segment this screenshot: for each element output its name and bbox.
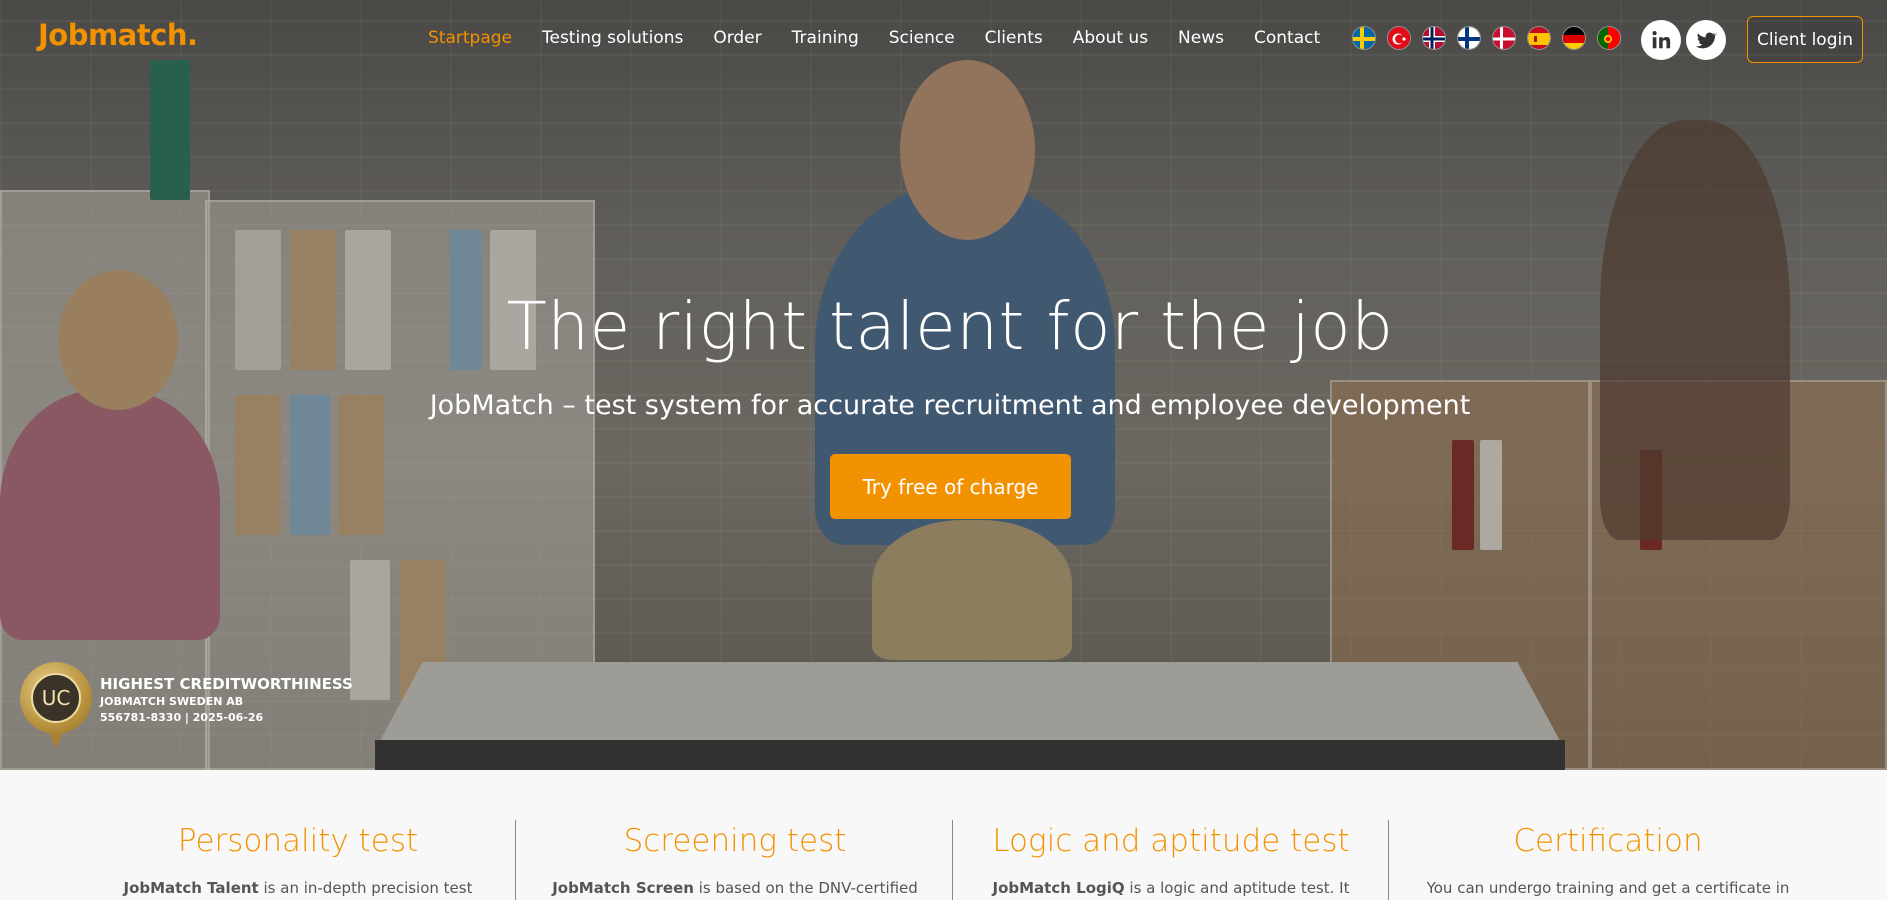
linkedin-icon[interactable] xyxy=(1641,20,1681,60)
nav-science[interactable]: Science xyxy=(889,28,955,48)
feature-text: is an in-depth precision test for xyxy=(263,879,473,897)
nav-training[interactable]: Training xyxy=(792,28,859,48)
feature-description: You can undergo training and get a certi… xyxy=(1390,877,1826,897)
feature-description: JobMatch Screen is based on the DNV-cert… xyxy=(517,877,953,897)
column-divider xyxy=(1388,820,1389,900)
uc-seal-icon: UC xyxy=(20,662,92,734)
feature-screening-test[interactable]: Screening test JobMatch Screen is based … xyxy=(517,770,953,897)
feature-logic-aptitude-test[interactable]: Logic and aptitude test JobMatch LogiQ i… xyxy=(953,770,1389,897)
feature-text: is based on the DNV-certified xyxy=(693,879,918,897)
german-flag-icon[interactable] xyxy=(1562,26,1586,50)
hero-title: The right talent for the job xyxy=(506,288,1394,365)
norwegian-flag-icon[interactable] xyxy=(1422,26,1446,50)
hero-subtitle: JobMatch – test system for accurate recr… xyxy=(429,390,1471,421)
jobmatch-logo[interactable]: Jobmatch. xyxy=(38,18,198,52)
feature-certification[interactable]: Certification You can undergo training a… xyxy=(1390,770,1826,897)
badge-headline: HIGHEST CREDITWORTHINESS xyxy=(100,675,353,693)
feature-title: Logic and aptitude test xyxy=(992,823,1350,859)
danish-flag-icon[interactable] xyxy=(1492,26,1516,50)
twitter-icon[interactable] xyxy=(1686,20,1726,60)
uc-logo: UC xyxy=(31,673,81,723)
feature-text: is a logic and aptitude test. It xyxy=(1124,879,1350,897)
feature-title: Screening test xyxy=(623,823,847,859)
feature-title: Certification xyxy=(1513,823,1703,859)
main-menu: Startpage Testing solutions Order Traini… xyxy=(428,28,1320,48)
product-name: JobMatch LogiQ xyxy=(992,879,1125,897)
nav-clients[interactable]: Clients xyxy=(985,28,1043,48)
portuguese-flag-icon[interactable] xyxy=(1597,26,1621,50)
badge-orgnumber-date: 556781-8330 | 2025-06-26 xyxy=(100,711,264,724)
column-divider xyxy=(515,820,516,900)
badge-company: JOBMATCH SWEDEN AB xyxy=(100,695,244,708)
nav-order[interactable]: Order xyxy=(713,28,761,48)
nav-contact[interactable]: Contact xyxy=(1254,28,1320,48)
top-navigation: Jobmatch. Startpage Testing solutions Or… xyxy=(0,0,1887,78)
feature-text: You can undergo training and get a certi… xyxy=(1426,879,1790,897)
feature-personality-test[interactable]: Personality test JobMatch Talent is an i… xyxy=(80,770,516,897)
feature-description: JobMatch LogiQ is a logic and aptitude t… xyxy=(953,877,1389,897)
feature-title: Personality test xyxy=(177,823,419,859)
try-free-button[interactable]: Try free of charge xyxy=(830,454,1071,519)
spanish-flag-icon[interactable] xyxy=(1527,26,1551,50)
hero-overlay xyxy=(0,0,1887,770)
nav-testing-solutions[interactable]: Testing solutions xyxy=(542,28,683,48)
features-section: Personality test JobMatch Talent is an i… xyxy=(0,770,1887,900)
hero-section: The right talent for the job JobMatch – … xyxy=(0,0,1887,770)
finnish-flag-icon[interactable] xyxy=(1457,26,1481,50)
language-selector xyxy=(1352,26,1621,50)
nav-news[interactable]: News xyxy=(1178,28,1224,48)
turkish-flag-icon[interactable] xyxy=(1387,26,1411,50)
nav-startpage[interactable]: Startpage xyxy=(428,28,512,48)
product-name: JobMatch Screen xyxy=(552,879,694,897)
client-login-button[interactable]: Client login xyxy=(1747,16,1863,63)
nav-about-us[interactable]: About us xyxy=(1073,28,1148,48)
feature-description: JobMatch Talent is an in-depth precision… xyxy=(80,877,516,897)
swedish-flag-icon[interactable] xyxy=(1352,26,1376,50)
product-name: JobMatch Talent xyxy=(123,879,259,897)
